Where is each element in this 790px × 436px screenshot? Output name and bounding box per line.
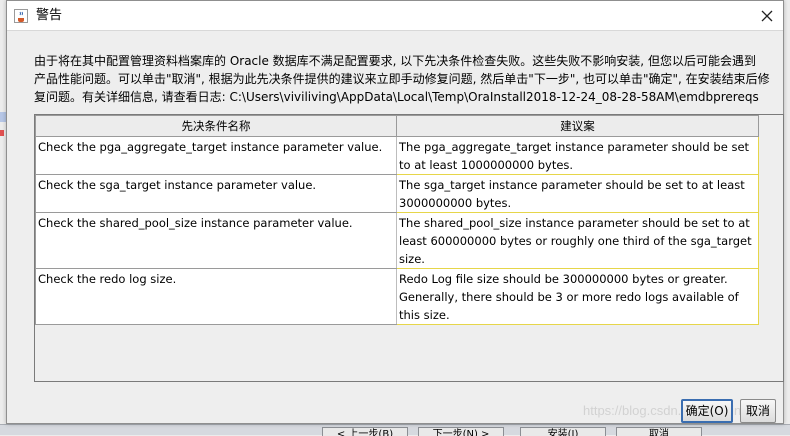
ok-button[interactable]: 确定(O) (681, 399, 733, 423)
bg-edge-error-mark (0, 130, 4, 136)
suggestion-cell: Redo Log file size should be 300000000 b… (396, 268, 759, 325)
table-row[interactable]: Check the shared_pool_size instance para… (35, 212, 759, 269)
message-line: 由于将在其中配置管理资料档案库的 Oracle 数据库不满足配置要求, 以下先决… (34, 54, 756, 68)
column-header-suggestion[interactable]: 建议案 (396, 115, 759, 137)
message-line: 复问题。有关详细信息, 请查看日志: C:\Users\viviliving\A… (34, 90, 759, 104)
column-header-name[interactable]: 先决条件名称 (35, 115, 397, 137)
prerequisite-table-panel: 先决条件名称 建议案 Check the pga_aggregate_targe… (34, 114, 784, 382)
warning-message: 由于将在其中配置管理资料档案库的 Oracle 数据库不满足配置要求, 以下先决… (34, 52, 774, 106)
prereq-name-cell: Check the redo log size. (35, 268, 397, 325)
message-line: 产品性能问题。可以单击"取消", 根据为此先决条件提供的建议来立即手动修复问题,… (34, 72, 770, 86)
suggestion-cell: The shared_pool_size instance parameter … (396, 212, 759, 269)
table-row[interactable]: Check the redo log size. Redo Log file s… (35, 268, 759, 325)
title-bar: 警告 (7, 1, 783, 31)
suggestion-cell: The sga_target instance parameter should… (396, 174, 759, 213)
warning-dialog: 警告 由于将在其中配置管理资料档案库的 Oracle 数据库不满足配置要求, 以… (6, 0, 784, 424)
prereq-name-cell: Check the sga_target instance parameter … (35, 174, 397, 213)
suggestion-cell: The pga_aggregate_target instance parame… (396, 136, 759, 175)
dialog-title: 警告 (36, 8, 63, 23)
prereq-name-cell: Check the pga_aggregate_target instance … (35, 136, 397, 175)
cancel-button[interactable]: 取消 (740, 399, 776, 423)
java-cup-icon (14, 9, 28, 23)
close-icon[interactable] (759, 8, 775, 24)
prerequisite-table: 先决条件名称 建议案 Check the pga_aggregate_targe… (35, 115, 759, 325)
table-row[interactable]: Check the sga_target instance parameter … (35, 174, 759, 213)
prereq-name-cell: Check the shared_pool_size instance para… (35, 212, 397, 269)
table-row[interactable]: Check the pga_aggregate_target instance … (35, 136, 759, 175)
table-header-row: 先决条件名称 建议案 (35, 115, 759, 137)
